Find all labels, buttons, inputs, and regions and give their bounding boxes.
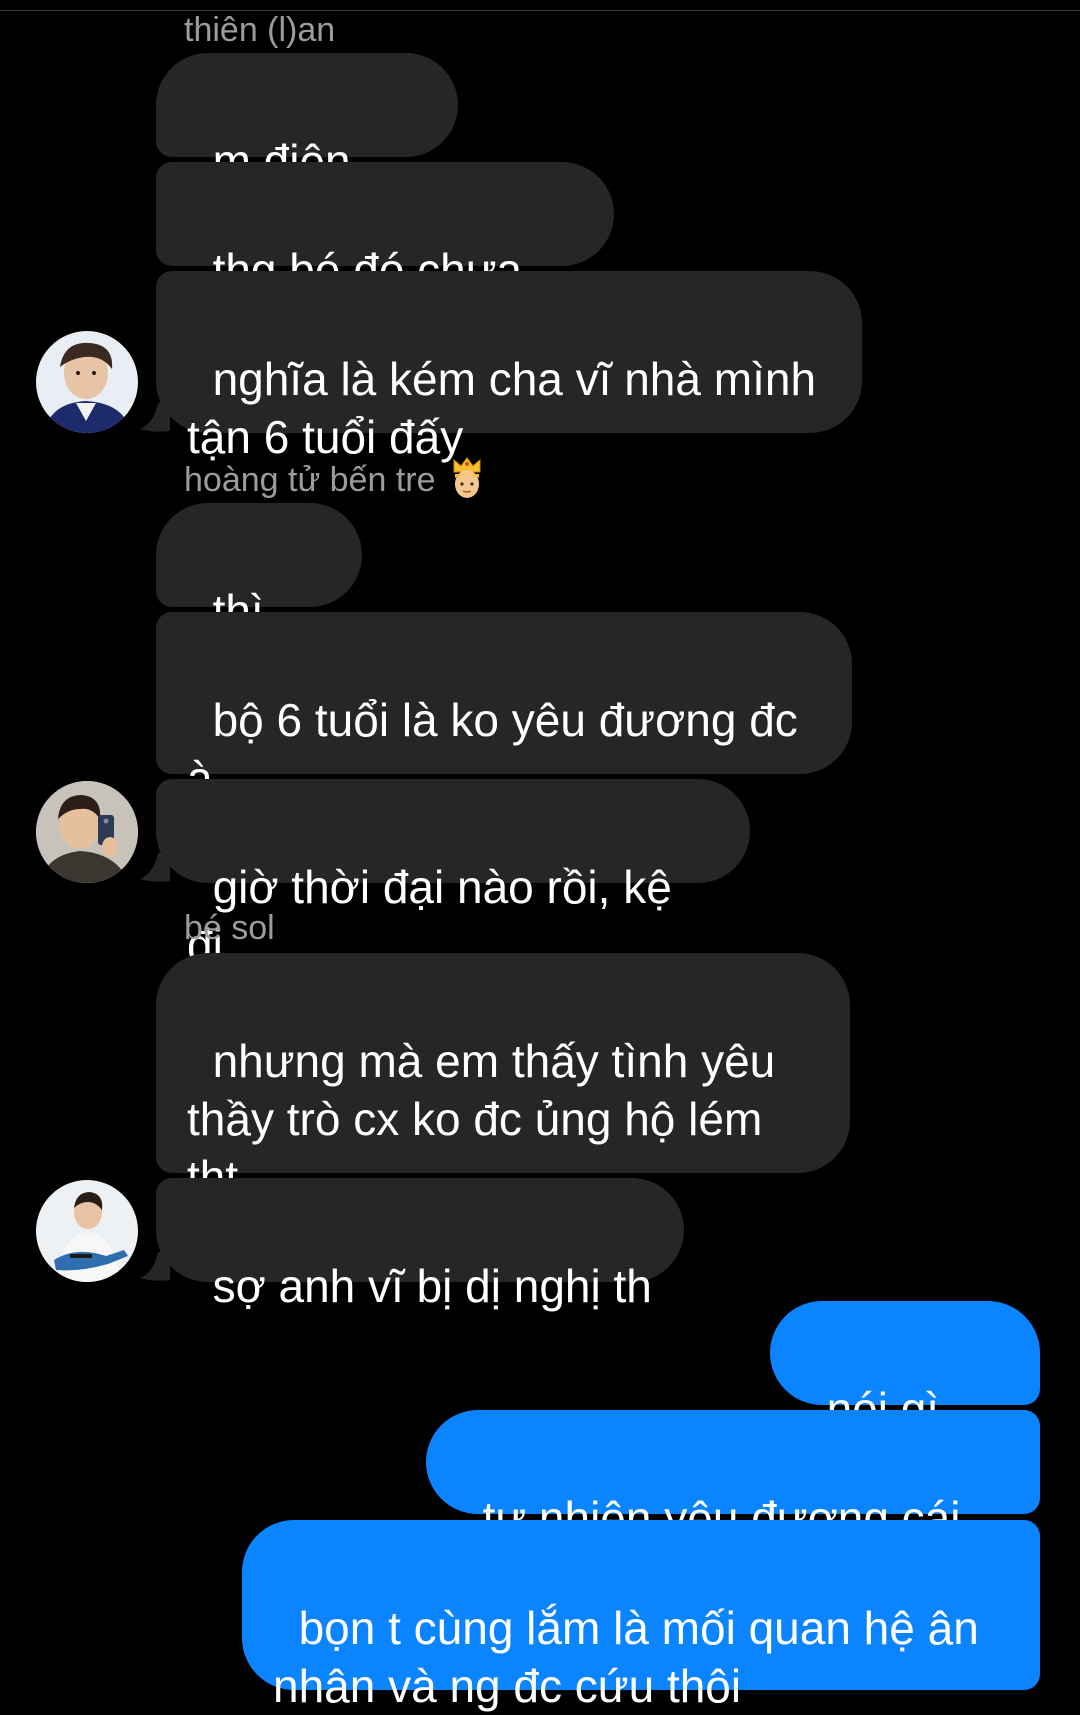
sender-name: thiên (l)an [184,11,336,49]
bubble-tail [140,403,170,432]
avatar[interactable] [36,1180,138,1282]
sender-name: bé sol [184,909,275,947]
avatar-photo-icon [36,331,138,433]
bubble-tail [140,1252,170,1281]
message-bubble[interactable]: sợ anh vĩ bị dị nghị th [156,1178,684,1312]
avatar[interactable] [36,331,138,433]
message-bubble[interactable]: thì sao [156,503,362,695]
message-bubble-outgoing[interactable]: tự nhiên yêu đương cái gì [426,1410,1040,1602]
sender-name: hoàng tử bến tre [184,457,484,504]
message-bubble[interactable]: nhưng mà em thấy tình yêu thầy trò cx ko… [156,953,850,1203]
sender-name-text: hoàng tử bến tre [184,461,436,499]
message-bubble[interactable]: m điên vừa [156,53,458,245]
message-text: sợ anh vĩ bị dị nghị th [212,1260,652,1312]
prince-crown-icon [453,457,480,499]
message-bubble[interactable]: giờ thời đại nào rồi, kệ đi [156,779,750,971]
avatar-photo-icon [36,781,138,883]
message-bubble-outgoing[interactable]: nói gì đấy [770,1301,1040,1493]
message-bubble[interactable]: nghĩa là kém cha vĩ nhà mình tận 6 tuổi … [156,271,862,463]
bubble-tail [140,853,170,882]
message-bubble[interactable]: bộ 6 tuổi là ko yêu đương đc à [156,612,852,804]
message-text: nghĩa là kém cha vĩ nhà mình tận 6 tuổi … [187,353,829,463]
message-bubble-outgoing[interactable]: bọn t cùng lắm là mối quan hệ ân nhân và… [242,1520,1040,1712]
avatar-photo-icon [36,1180,138,1282]
message-bubble[interactable]: thg bé đó chưa 18 [156,162,614,354]
message-text: bọn t cùng lắm là mối quan hệ ân nhân và… [273,1602,992,1712]
avatar[interactable] [36,781,138,883]
top-divider [0,10,1080,11]
